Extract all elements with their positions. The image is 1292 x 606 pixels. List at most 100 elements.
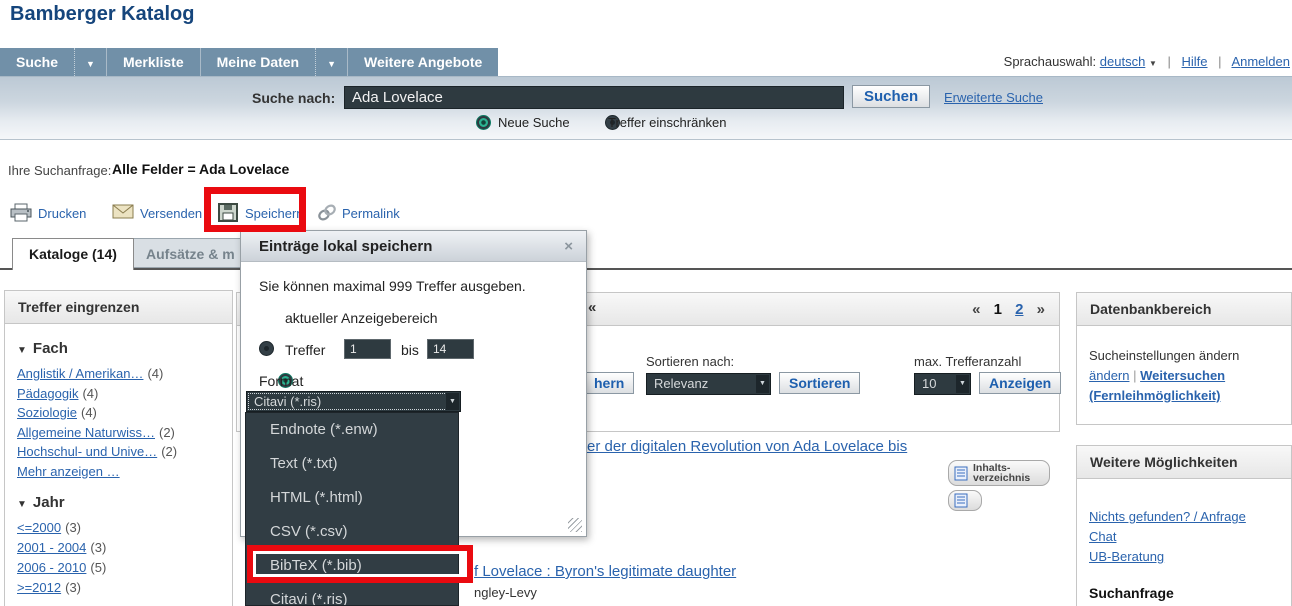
chat-link[interactable]: Chat [1089, 529, 1116, 544]
advanced-search-link[interactable]: Erweiterte Suche [944, 90, 1043, 105]
facet-count: (4) [147, 366, 163, 381]
help-link[interactable]: Hilfe [1182, 54, 1208, 69]
format-option-bibtex[interactable]: BibTeX (*.bib) [246, 549, 458, 583]
description-button[interactable] [948, 490, 982, 511]
facet-link[interactable]: 2006 - 2010 [17, 560, 86, 575]
nav-tabs: Suche ▼ Merkliste Meine Daten ▼ Weitere … [0, 48, 498, 76]
login-link[interactable]: Anmelden [1231, 54, 1290, 69]
facet-item: Allgemeine Naturwiss… (2) [17, 423, 220, 443]
language-bar: Sprachauswahl: deutsch ▼ | Hilfe | Anmel… [1004, 54, 1290, 69]
pagination-page-2[interactable]: 2 [1015, 301, 1023, 318]
facet-group-fach[interactable]: ▼Fach [17, 340, 220, 357]
partial-button[interactable]: hern [584, 372, 634, 394]
nav-suche-dropdown-toggle[interactable]: ▼ [74, 48, 106, 76]
chevron-down-icon: ▼ [1149, 59, 1157, 68]
sort-select[interactable]: Relevanz▼ [646, 373, 771, 395]
language-label: Sprachauswahl: [1004, 54, 1097, 69]
range-to-input[interactable] [427, 339, 474, 359]
partial-pagination-glyph: « [588, 299, 596, 316]
facet-link[interactable]: >=2012 [17, 580, 61, 595]
facet-count: (3) [65, 580, 81, 595]
search-input[interactable] [344, 86, 844, 109]
continue-search-link-2[interactable]: (Fernleihmöglichkeit) [1089, 388, 1220, 403]
nothing-found-link[interactable]: Nichts gefunden? / Anfrage [1089, 509, 1246, 524]
facet-link[interactable]: Pädagogik [17, 386, 78, 401]
nav-item-suche[interactable]: Suche [0, 48, 74, 76]
format-option-text[interactable]: Text (*.txt) [246, 447, 458, 481]
printer-icon [10, 203, 32, 222]
facet-group-jahr[interactable]: ▼Jahr [17, 494, 220, 511]
max-results-select[interactable]: 10▼ [914, 373, 971, 395]
format-label: Format [259, 373, 303, 389]
chevron-down-icon: ▼ [956, 375, 969, 393]
save-button[interactable]: Speichern [245, 206, 304, 221]
send-button[interactable]: Versenden [140, 206, 202, 221]
bamberger-katalog-page: Bamberger Katalog Suche ▼ Merkliste Mein… [0, 0, 1292, 606]
continue-search-link[interactable]: Weitersuchen [1140, 368, 1225, 383]
database-panel-title: Datenbankbereich [1077, 293, 1291, 326]
show-button[interactable]: Anzeigen [979, 372, 1061, 394]
facet-count: (3) [90, 540, 106, 555]
floppy-disk-icon [218, 203, 238, 222]
facet-item: Soziologie(4) [17, 403, 220, 423]
format-select[interactable]: Citavi (*.ris)▼ [246, 391, 461, 412]
format-option-csv[interactable]: CSV (*.csv) [246, 515, 458, 549]
facet-link[interactable]: <=2000 [17, 520, 61, 535]
permalink-button[interactable]: Permalink [342, 206, 400, 221]
facet-item: Anglistik / Amerikan… (4) [17, 364, 220, 384]
facet-panel-title: Treffer eingrenzen [5, 291, 232, 324]
close-icon[interactable]: × [564, 231, 573, 262]
table-of-contents-button[interactable]: Inhalts-verzeichnis [948, 460, 1050, 486]
pagination-prev[interactable]: « [972, 301, 980, 318]
facet-link[interactable]: Hochschul- und Unive… [17, 444, 157, 459]
tab-kataloge[interactable]: Kataloge (14) [12, 238, 134, 270]
chevron-down-icon: ▼ [327, 59, 336, 69]
pagination-page-1: 1 [994, 301, 1002, 318]
dialog-title-bar[interactable]: Einträge lokal speichern × [241, 231, 586, 262]
chevron-down-icon: ▼ [756, 375, 769, 393]
result-author: ngley-Levy [474, 585, 537, 600]
print-button[interactable]: Drucken [38, 206, 86, 221]
show-more-link[interactable]: Mehr anzeigen … [17, 464, 120, 479]
language-select-link[interactable]: deutsch [1100, 54, 1146, 69]
facet-count: (4) [82, 386, 98, 401]
facet-count: (2) [161, 444, 177, 459]
main-nav: Suche ▼ Merkliste Meine Daten ▼ Weitere … [0, 48, 1292, 76]
ub-beratung-link[interactable]: UB-Beratung [1089, 549, 1164, 564]
facet-item: >=2012 (3) [17, 578, 220, 598]
pagination-next[interactable]: » [1037, 301, 1045, 318]
radio-neue-suche-label: Neue Suche [498, 115, 570, 130]
pagination: « 1 2 » [963, 293, 1045, 326]
facet-link[interactable]: Soziologie [17, 405, 77, 420]
facet-item: Pädagogik (4) [17, 384, 220, 404]
tabs-divider [0, 268, 1292, 270]
facet-link[interactable]: 2001 - 2004 [17, 540, 86, 555]
result-title-link[interactable]: f Lovelace : Byron's legitimate daughter [474, 563, 736, 580]
chevron-down-icon: ▼ [86, 59, 95, 69]
query-label: Ihre Suchanfrage: [8, 163, 111, 178]
format-option-endnote[interactable]: Endnote (*.enw) [246, 413, 458, 447]
facet-item: Mehr anzeigen … [17, 462, 220, 482]
search-button[interactable]: Suchen [852, 85, 930, 108]
sort-label: Sortieren nach: [646, 354, 734, 369]
nav-meine-daten-dropdown-toggle[interactable]: ▼ [315, 48, 347, 76]
page-title: Bamberger Katalog [10, 3, 195, 26]
range-separator-label: bis [401, 342, 419, 358]
sort-button[interactable]: Sortieren [779, 372, 860, 394]
nav-item-merkliste[interactable]: Merkliste [106, 48, 200, 76]
chevron-down-icon: ▼ [446, 393, 459, 410]
facet-link[interactable]: Allgemeine Naturwiss… [17, 425, 155, 440]
change-settings-link[interactable]: ändern [1089, 368, 1129, 383]
dialog-info-text: Sie können maximal 999 Treffer ausgeben. [259, 278, 526, 294]
radio-current-range[interactable] [259, 341, 274, 356]
result-title-link[interactable]: er der digitalen Revolution von Ada Love… [587, 438, 907, 455]
facet-link[interactable]: Anglistik / Amerikan… [17, 366, 143, 381]
format-option-html[interactable]: HTML (*.html) [246, 481, 458, 515]
resize-grip[interactable] [568, 518, 582, 532]
nav-item-meine-daten[interactable]: Meine Daten [200, 48, 315, 76]
format-option-citavi[interactable]: Citavi (*.ris) [246, 583, 458, 606]
nav-item-weitere-angebote[interactable]: Weitere Angebote [347, 48, 498, 76]
facet-panel: Treffer eingrenzen ▼Fach Anglistik / Ame… [4, 290, 233, 606]
facet-count: (2) [159, 425, 175, 440]
range-from-input[interactable] [344, 339, 391, 359]
